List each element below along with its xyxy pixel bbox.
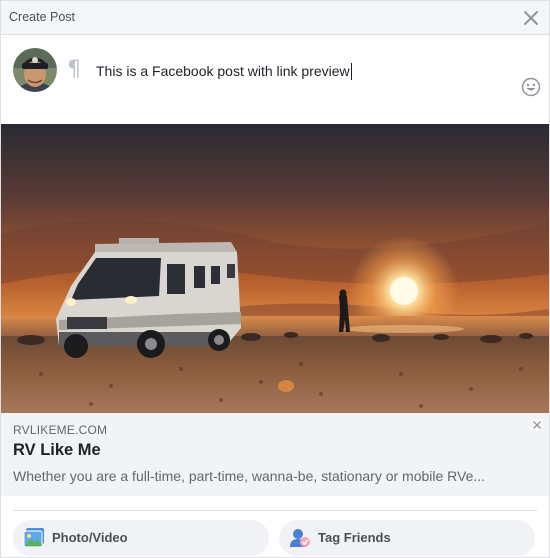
emoji-icon[interactable] — [521, 77, 541, 97]
post-text-input[interactable]: This is a Facebook post with link previe… — [96, 63, 352, 80]
dialog-title: Create Post — [9, 10, 76, 24]
link-preview[interactable]: RVLIKEME.COM RV Like Me Whether you are … — [1, 124, 549, 496]
tag-friends-label: Tag Friends — [318, 530, 391, 545]
close-icon[interactable] — [521, 8, 541, 28]
link-preview-meta[interactable]: RVLIKEME.COM RV Like Me Whether you are … — [1, 413, 549, 496]
photo-icon — [23, 527, 45, 549]
create-post-dialog: Create Post ¶ This is a Facebook post wi… — [0, 0, 550, 558]
tag-friends-icon — [289, 527, 311, 549]
link-preview-title: RV Like Me — [13, 441, 101, 459]
link-preview-domain: RVLIKEME.COM — [13, 423, 108, 437]
link-preview-image[interactable] — [1, 124, 549, 413]
paragraph-icon: ¶ — [67, 57, 81, 82]
post-composer: ¶ This is a Facebook post with link prev… — [1, 36, 549, 124]
link-preview-description: Whether you are a full-time, part-time, … — [13, 468, 486, 484]
photo-video-button[interactable]: Photo/Video — [13, 520, 269, 556]
remove-preview-icon[interactable] — [531, 418, 543, 431]
photo-video-label: Photo/Video — [52, 530, 128, 545]
avatar — [13, 48, 57, 92]
tag-friends-button[interactable]: Tag Friends — [279, 520, 535, 556]
divider — [13, 510, 537, 511]
dialog-header: Create Post — [1, 1, 549, 35]
